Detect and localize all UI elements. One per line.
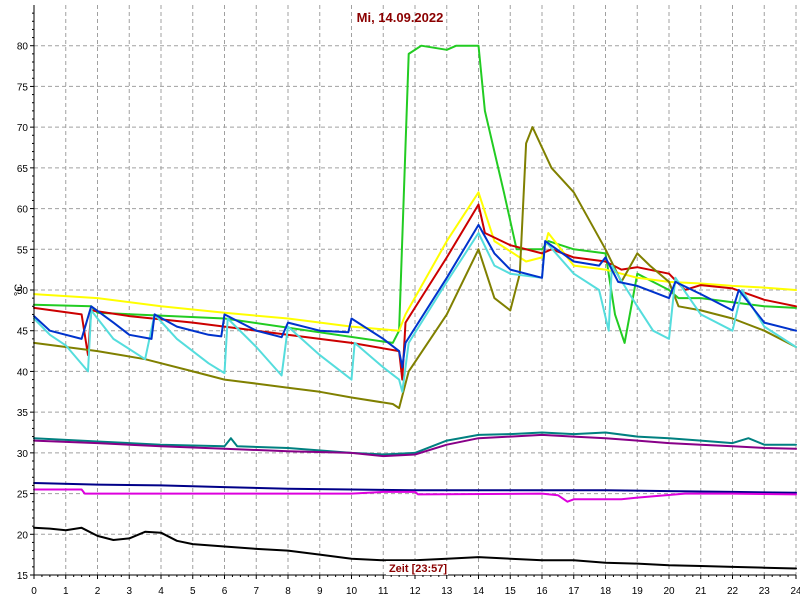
x-tick-label: 19	[632, 586, 644, 597]
y-tick-label: 65	[17, 164, 29, 175]
x-tick-label: 20	[663, 586, 675, 597]
x-tick-label: 11	[378, 586, 389, 597]
x-tick-label: 2	[95, 586, 101, 597]
x-tick-label: 14	[473, 586, 485, 597]
y-tick-label: 15	[17, 571, 29, 582]
x-tick-label: 8	[285, 586, 291, 597]
x-tick-label: 17	[568, 586, 580, 597]
x-tick-label: 5	[190, 586, 196, 597]
x-tick-label: 10	[346, 586, 358, 597]
x-tick-label: 9	[317, 586, 323, 597]
chart-title: Mi, 14.09.2022	[357, 10, 444, 25]
x-tick-label: 0	[31, 586, 37, 597]
x-tick-label: 6	[222, 586, 228, 597]
y-tick-label: 40	[17, 367, 29, 378]
x-tick-label: 12	[409, 586, 421, 597]
x-tick-label: 1	[63, 586, 69, 597]
y-tick-label: 70	[17, 123, 29, 134]
y-tick-label: 45	[17, 327, 29, 338]
x-tick-label: 21	[695, 586, 707, 597]
x-tick-label: 15	[505, 586, 517, 597]
y-tick-label: 55	[17, 245, 29, 256]
temperature-chart: 0 1 2 3 4 5 6 7 8 9 10 11 12 13 14 15 16 17 18 19 20 21 22 23 24…	[13, 5, 800, 597]
x-ticks: 0 1 2 3 4 5 6 7 8 9 10 11 12 13 14 15 16 17 18 19 20 21 22 23 24	[31, 575, 800, 597]
y-tick-label: 25	[17, 490, 29, 501]
y-tick-label: 60	[17, 205, 29, 216]
x-tick-label: 7	[253, 586, 259, 597]
y-tick-label: 30	[17, 449, 29, 460]
x-tick-label: 16	[536, 586, 548, 597]
x-tick-label: 13	[441, 586, 453, 597]
y-ticks: 1520253035404550556065707580	[17, 12, 34, 582]
x-tick-label: 23	[759, 586, 771, 597]
y-tick-label: 75	[17, 82, 29, 93]
x-tick-label: 18	[600, 586, 612, 597]
x-tick-label: 22	[727, 586, 739, 597]
y-tick-label: 20	[17, 530, 29, 541]
y-axis-label: °C	[13, 284, 25, 296]
y-tick-label: 80	[17, 42, 29, 53]
x-tick-label: 4	[158, 586, 164, 597]
x-axis-label: Zeit [23:57]	[389, 563, 447, 575]
x-tick-label: 3	[126, 586, 132, 597]
y-tick-label: 35	[17, 408, 29, 419]
x-tick-label: 24	[790, 586, 800, 597]
